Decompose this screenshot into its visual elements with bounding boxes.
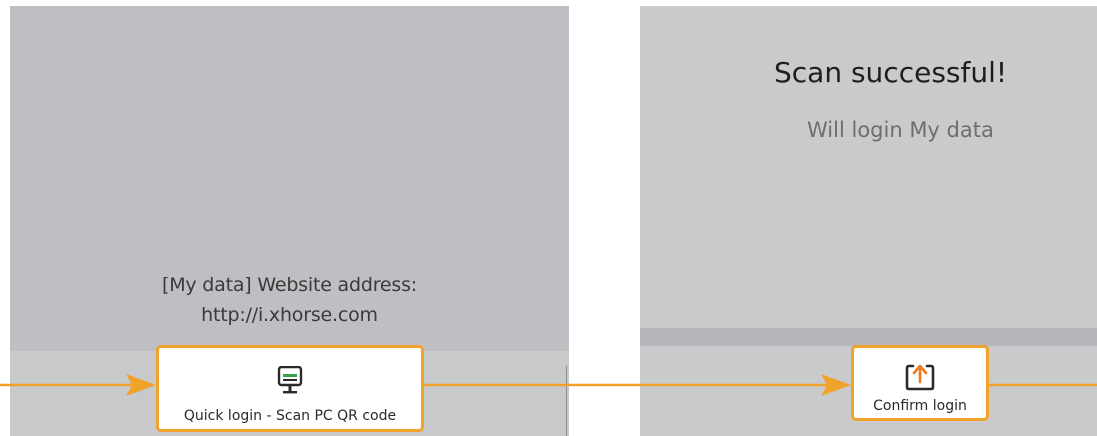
- tutorial-illustration: [My data] Website address: http://i.xhor…: [0, 0, 1097, 436]
- quick-login-button[interactable]: Quick login - Scan PC QR code: [156, 345, 424, 432]
- scan-success-subtitle: Will login My data: [807, 118, 994, 142]
- scan-screen-content: [10, 6, 569, 351]
- scan-success-title: Scan successful!: [774, 56, 1008, 89]
- confirm-login-label: Confirm login: [873, 398, 967, 414]
- upload-arrow-icon: [904, 362, 936, 396]
- confirm-screen-band: [640, 328, 1097, 346]
- toolbar-divider: [566, 366, 567, 436]
- quick-login-label: Quick login - Scan PC QR code: [183, 408, 397, 424]
- confirm-screen-content: [640, 6, 1097, 328]
- confirm-login-button[interactable]: Confirm login: [851, 345, 989, 421]
- desktop-monitor-icon: [273, 365, 307, 402]
- website-address-url: http://i.xhorse.com: [201, 304, 378, 326]
- website-address-label: [My data] Website address:: [162, 274, 417, 296]
